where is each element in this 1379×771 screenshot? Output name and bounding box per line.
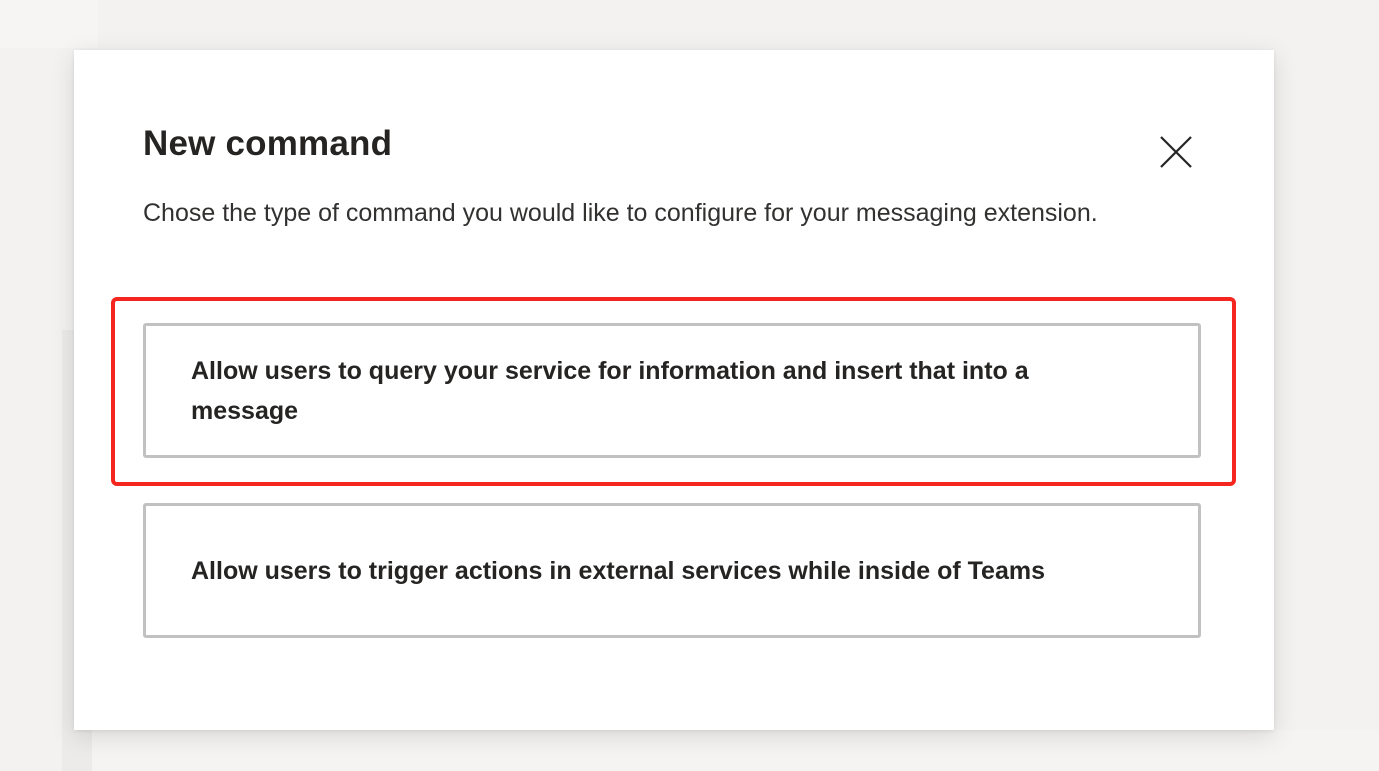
dialog-description: Chose the type of command you would like… [143,199,1098,227]
close-icon [1154,130,1198,174]
option-trigger-actions[interactable]: Allow users to trigger actions in extern… [143,503,1201,638]
new-command-dialog: New command Chose the type of command yo… [74,50,1274,730]
background-panel [0,0,98,48]
option-query-service[interactable]: Allow users to query your service for in… [143,323,1201,458]
option-label: Allow users to query your service for in… [191,356,1029,425]
background-panel [92,730,1379,771]
dialog-title: New command [143,124,393,163]
option-label: Allow users to trigger actions in extern… [191,556,1045,585]
close-button[interactable] [1154,130,1198,174]
